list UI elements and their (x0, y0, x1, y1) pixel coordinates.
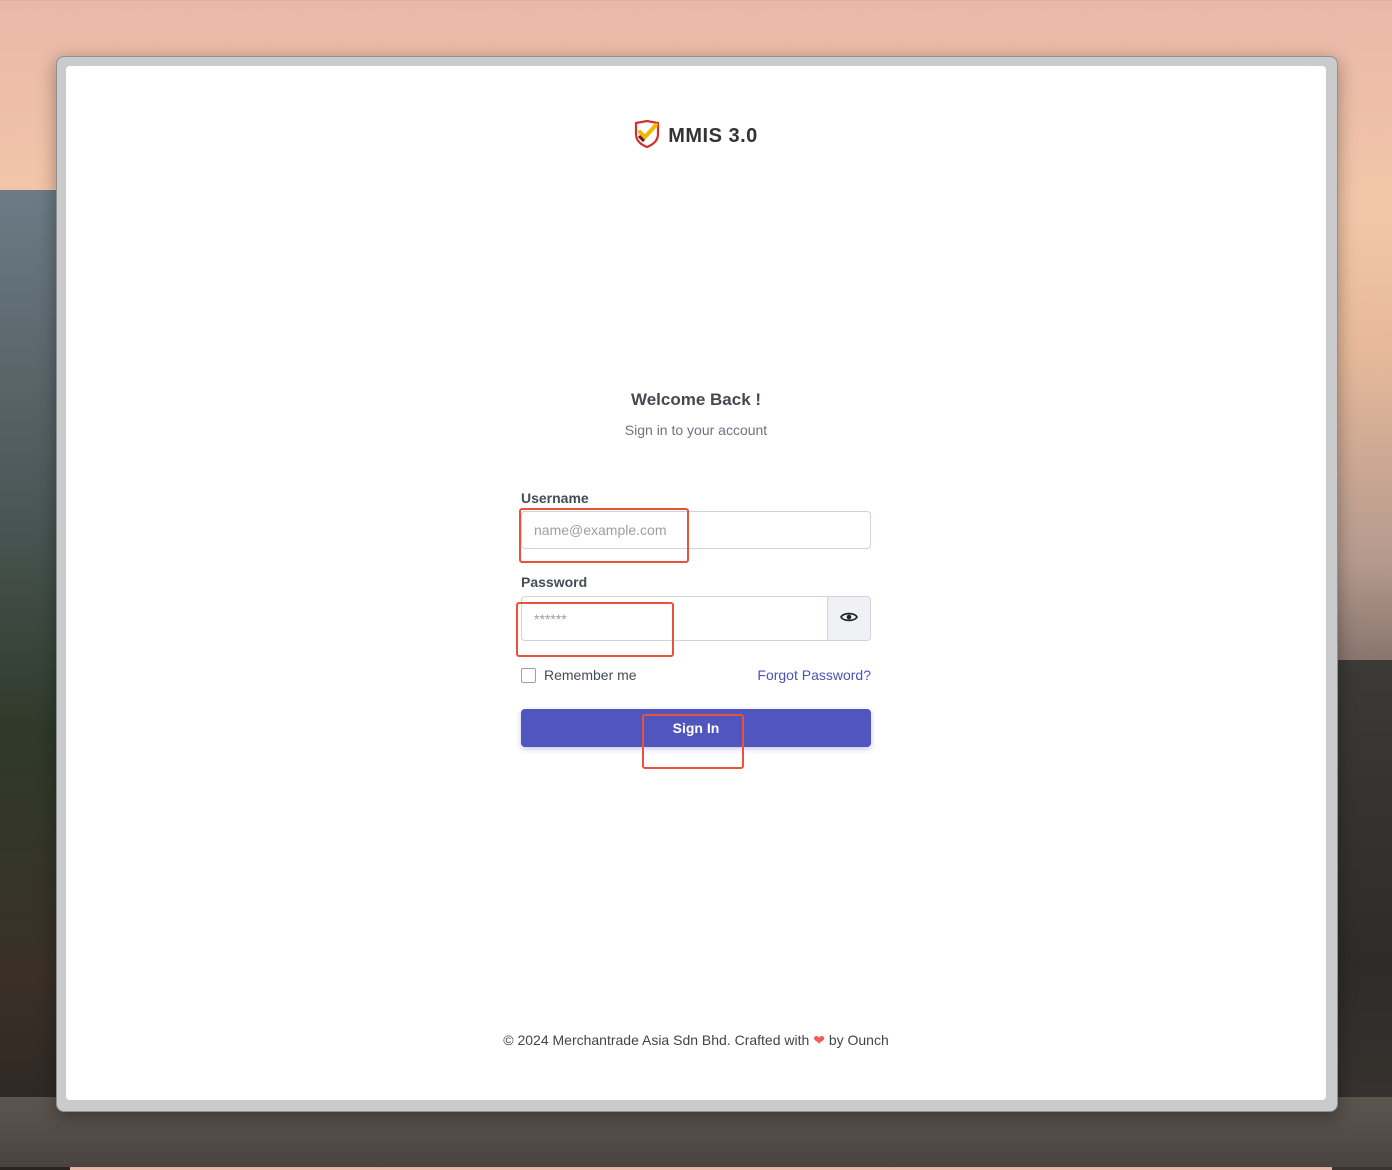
heart-icon: ❤ (813, 1032, 825, 1048)
welcome-subtitle: Sign in to your account (624, 422, 768, 438)
footer-copyright: © 2024 Merchantrade Asia Sdn Bhd. Crafte… (503, 1032, 810, 1048)
highlight-box-username (519, 508, 689, 563)
username-label: Username (521, 490, 589, 506)
browser-window: MMIS 3.0 Welcome Back ! Sign in to your … (56, 56, 1338, 1112)
footer-credit: by Ounch (828, 1032, 889, 1048)
password-toggle-button[interactable] (827, 596, 871, 641)
welcome-title: Welcome Back ! (630, 390, 762, 409)
shield-check-icon (634, 119, 660, 153)
remember-row: Remember me Forgot Password? (521, 667, 871, 683)
highlight-box-signin (642, 714, 744, 769)
password-label: Password (521, 574, 588, 590)
forgot-password-link[interactable]: Forgot Password? (757, 667, 871, 683)
remember-me[interactable]: Remember me (521, 667, 637, 683)
brand: MMIS 3.0 (66, 119, 1326, 153)
eye-icon (840, 610, 858, 628)
background-scenery-right (1332, 660, 1392, 1170)
login-card: MMIS 3.0 Welcome Back ! Sign in to your … (66, 66, 1326, 1100)
highlight-box-password (516, 602, 674, 657)
footer: © 2024 Merchantrade Asia Sdn Bhd. Crafte… (66, 1032, 1326, 1049)
brand-name: MMIS 3.0 (668, 125, 758, 147)
remember-label: Remember me (544, 667, 637, 683)
remember-checkbox[interactable] (521, 667, 536, 683)
